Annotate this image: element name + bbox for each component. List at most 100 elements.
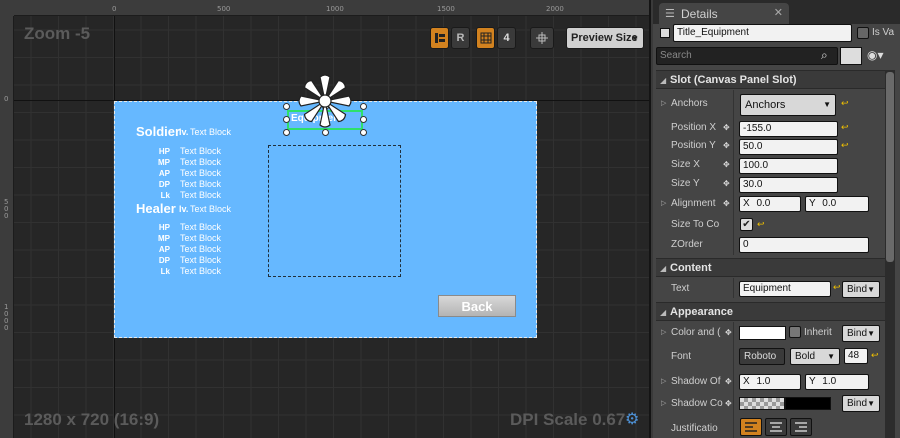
expand-icon[interactable]: ▷ bbox=[661, 377, 666, 385]
reset-to-default-icon[interactable]: ↩ bbox=[833, 284, 841, 293]
grid-snap-icon[interactable] bbox=[476, 27, 495, 49]
tab-details[interactable]: ☰ Details ✕ bbox=[659, 3, 789, 24]
shadow-color-swatch[interactable] bbox=[785, 397, 831, 410]
grid-snap-value[interactable]: 4 bbox=[497, 27, 516, 49]
position-x-field[interactable]: -155.0 bbox=[739, 121, 838, 137]
soldier-stat-value[interactable]: Text Block bbox=[180, 146, 221, 156]
link-icon[interactable]: ✥ bbox=[725, 328, 732, 337]
respect-locks-button[interactable]: R bbox=[451, 27, 470, 49]
align-center-icon[interactable] bbox=[765, 418, 787, 436]
property-matrix-icon[interactable] bbox=[840, 47, 862, 65]
alignment-y-field[interactable]: Y 0.0 bbox=[805, 196, 869, 212]
healer-stat-value[interactable]: Text Block bbox=[180, 266, 221, 276]
reset-to-default-icon[interactable]: ↩ bbox=[871, 352, 879, 361]
soldier-stat-value[interactable]: Text Block bbox=[180, 168, 221, 178]
healer-lv-value[interactable]: Text Block bbox=[190, 204, 231, 214]
back-button[interactable]: Back bbox=[438, 295, 516, 317]
expand-icon[interactable]: ▷ bbox=[661, 199, 666, 207]
anchors-dropdown[interactable]: Anchors ▼ bbox=[740, 94, 836, 116]
search-input[interactable]: Search bbox=[656, 47, 838, 65]
scrollbar-thumb[interactable] bbox=[886, 72, 894, 262]
font-style-dropdown[interactable]: Bold ▼ bbox=[790, 348, 840, 365]
soldier-stat-value[interactable]: Text Block bbox=[180, 157, 221, 167]
link-icon[interactable]: ✥ bbox=[723, 160, 730, 169]
reset-to-default-icon[interactable]: ↩ bbox=[757, 221, 765, 230]
size-to-content-checkbox[interactable]: ✔ bbox=[740, 218, 753, 231]
reset-to-default-icon[interactable]: ↩ bbox=[841, 124, 849, 133]
bind-dropdown[interactable]: Bind ▼ bbox=[842, 325, 880, 342]
layout-mode-icon[interactable] bbox=[430, 27, 449, 49]
resize-handle[interactable] bbox=[360, 129, 367, 136]
expand-icon[interactable]: ▷ bbox=[661, 328, 666, 336]
resize-handle[interactable] bbox=[360, 116, 367, 123]
soldier-stat-label[interactable]: MP bbox=[150, 158, 170, 167]
soldier-stat-label[interactable]: AP bbox=[150, 169, 170, 178]
healer-title[interactable]: Healer bbox=[136, 201, 176, 216]
soldier-stat-label[interactable]: Lk bbox=[150, 191, 170, 200]
bind-dropdown[interactable]: Bind ▼ bbox=[842, 395, 880, 412]
font-size-field[interactable]: 48 bbox=[844, 348, 868, 364]
dpi-settings-gear-icon[interactable]: ⚙ bbox=[625, 411, 641, 427]
soldier-lv-value[interactable]: Text Block bbox=[190, 127, 231, 137]
zorder-field[interactable]: 0 bbox=[739, 237, 869, 253]
align-right-icon[interactable] bbox=[790, 418, 812, 436]
link-icon[interactable]: ✥ bbox=[723, 141, 730, 150]
close-icon[interactable]: ✕ bbox=[774, 6, 783, 19]
is-variable-checkbox[interactable] bbox=[857, 27, 869, 39]
link-icon[interactable]: ✥ bbox=[723, 199, 730, 208]
visibility-eye-icon[interactable]: ◉▾ bbox=[867, 48, 884, 62]
expand-icon[interactable]: ▷ bbox=[661, 399, 666, 407]
preview-size-dropdown[interactable]: Preview Size ▼ bbox=[566, 27, 644, 49]
section-appearance[interactable]: ◢ Appearance bbox=[656, 302, 892, 321]
widget-name-field[interactable]: Title_Equipment bbox=[673, 24, 852, 42]
resize-handle[interactable] bbox=[283, 103, 290, 110]
alignment-x-field[interactable]: X 0.0 bbox=[739, 196, 801, 212]
align-left-icon[interactable] bbox=[740, 418, 762, 436]
reset-to-default-icon[interactable]: ↩ bbox=[841, 142, 849, 151]
inherit-checkbox[interactable] bbox=[789, 326, 801, 338]
resize-handle[interactable] bbox=[283, 129, 290, 136]
anchor-medallion-icon[interactable] bbox=[297, 73, 353, 129]
reset-to-default-icon[interactable]: ↩ bbox=[841, 100, 849, 109]
size-y-field[interactable]: 30.0 bbox=[739, 177, 838, 193]
shadow-offset-y-field[interactable]: Y 1.0 bbox=[805, 374, 869, 390]
healer-lv-label[interactable]: lv. bbox=[179, 204, 188, 214]
font-family-dropdown[interactable]: Roboto bbox=[739, 348, 785, 365]
healer-stat-value[interactable]: Text Block bbox=[180, 222, 221, 232]
shadow-offset-x-field[interactable]: X 1.0 bbox=[739, 374, 801, 390]
color-swatch[interactable] bbox=[739, 326, 786, 340]
soldier-stat-label[interactable]: DP bbox=[150, 180, 170, 189]
soldier-stat-value[interactable]: Text Block bbox=[180, 190, 221, 200]
healer-stat-value[interactable]: Text Block bbox=[180, 244, 221, 254]
healer-stat-label[interactable]: Lk bbox=[150, 267, 170, 276]
ruler-left[interactable]: 0 5 0 0 1 0 0 0 bbox=[0, 16, 14, 438]
resize-handle[interactable] bbox=[360, 103, 367, 110]
designer-viewport[interactable]: 0 500 1000 1500 2000 0 5 0 0 1 0 0 0 Zoo… bbox=[0, 0, 651, 438]
fit-view-icon[interactable] bbox=[530, 27, 554, 49]
equipment-image-slot[interactable] bbox=[268, 145, 401, 277]
healer-stat-label[interactable]: DP bbox=[150, 256, 170, 265]
section-slot[interactable]: ◢ Slot (Canvas Panel Slot) bbox=[656, 70, 892, 89]
shadow-color-alpha-swatch[interactable] bbox=[739, 397, 785, 410]
resize-handle[interactable] bbox=[322, 129, 329, 136]
bind-dropdown[interactable]: Bind ▼ bbox=[842, 281, 880, 298]
text-field[interactable]: Equipment bbox=[739, 281, 831, 297]
soldier-stat-label[interactable]: HP bbox=[150, 147, 170, 156]
link-icon[interactable]: ✥ bbox=[723, 179, 730, 188]
size-x-field[interactable]: 100.0 bbox=[739, 158, 838, 174]
soldier-title[interactable]: Soldier bbox=[136, 124, 180, 139]
link-icon[interactable]: ✥ bbox=[725, 377, 732, 386]
position-y-field[interactable]: 50.0 bbox=[739, 139, 838, 155]
expand-icon[interactable]: ▷ bbox=[661, 99, 666, 107]
soldier-stat-value[interactable]: Text Block bbox=[180, 179, 221, 189]
details-scrollbar[interactable] bbox=[885, 70, 895, 438]
healer-stat-label[interactable]: HP bbox=[150, 223, 170, 232]
healer-stat-value[interactable]: Text Block bbox=[180, 233, 221, 243]
healer-stat-label[interactable]: MP bbox=[150, 234, 170, 243]
healer-stat-label[interactable]: AP bbox=[150, 245, 170, 254]
link-icon[interactable]: ✥ bbox=[723, 123, 730, 132]
healer-stat-value[interactable]: Text Block bbox=[180, 255, 221, 265]
ruler-top[interactable]: 0 500 1000 1500 2000 bbox=[0, 0, 649, 16]
soldier-lv-label[interactable]: lv. bbox=[179, 127, 188, 137]
section-content[interactable]: ◢ Content bbox=[656, 258, 892, 277]
